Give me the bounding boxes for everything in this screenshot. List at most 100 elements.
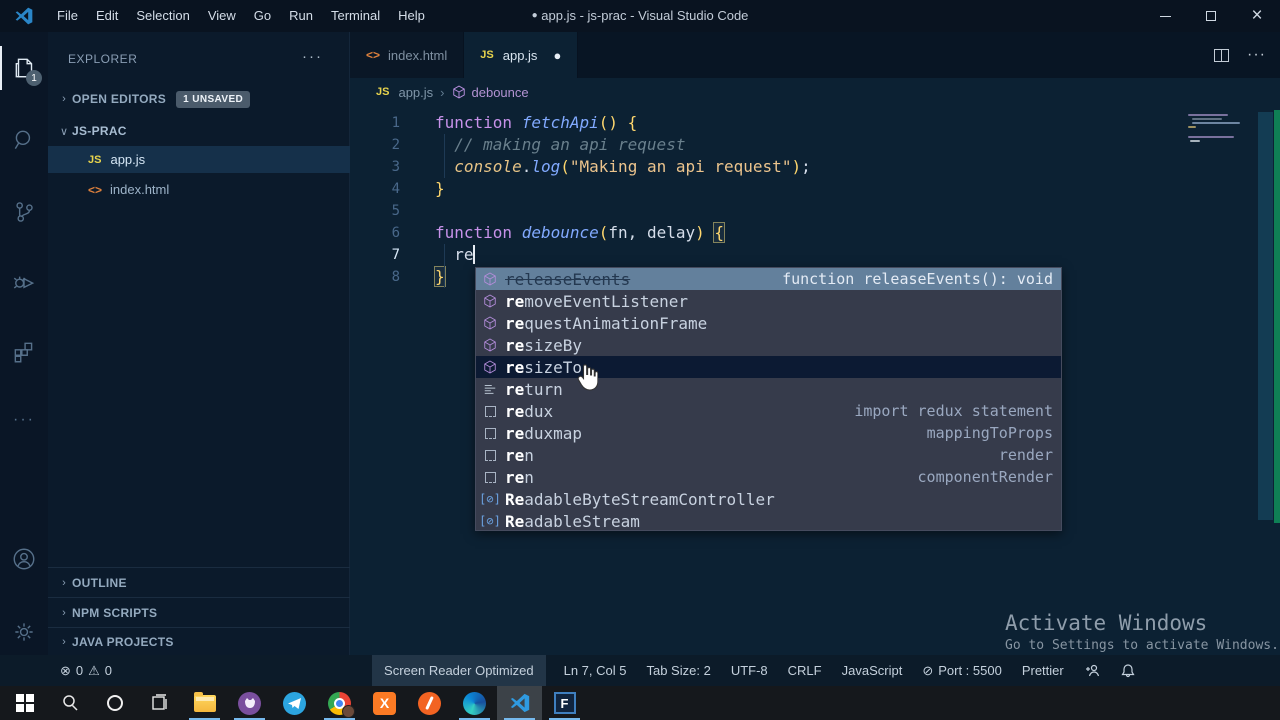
menu-view[interactable]: View: [199, 0, 245, 32]
sidebar-title: EXPLORER: [68, 52, 138, 66]
screen-reader-indicator[interactable]: Screen Reader Optimized: [372, 655, 546, 686]
snippet-icon: [482, 449, 498, 461]
search-icon[interactable]: [0, 118, 48, 162]
f-app-icon[interactable]: F: [542, 686, 587, 720]
editor-tab-bar: <> index.html JS app.js ●: [350, 32, 1280, 78]
suggest-item-ReadableStream[interactable]: [⊘] Re adableStream: [476, 510, 1061, 532]
editor-more-actions-icon[interactable]: ···: [1247, 46, 1266, 64]
restore-icon: [1206, 11, 1216, 21]
close-button[interactable]: ×: [1234, 0, 1280, 32]
notifications-bell-icon[interactable]: [1120, 663, 1136, 679]
menu-edit[interactable]: Edit: [87, 0, 127, 32]
code-line-current: 7 re: [391, 245, 474, 264]
start-button[interactable]: [2, 686, 47, 720]
js-file-icon: JS: [376, 86, 390, 98]
editor-scrollbar[interactable]: [1258, 112, 1273, 520]
tab-appjs[interactable]: JS app.js ●: [464, 32, 579, 78]
suggest-item-removeEventListener[interactable]: re moveEventListener: [476, 290, 1061, 312]
edge-icon[interactable]: [452, 686, 497, 720]
suggest-item-requestAnimationFrame[interactable]: re questAnimationFrame: [476, 312, 1061, 334]
formatter[interactable]: Prettier: [1022, 663, 1064, 678]
menu-file[interactable]: File: [48, 0, 87, 32]
menu-terminal[interactable]: Terminal: [322, 0, 389, 32]
eol-sequence[interactable]: CRLF: [788, 663, 822, 678]
suggest-item-resizeTo[interactable]: re sizeTo: [476, 356, 1061, 378]
open-editors-section[interactable]: › OPEN EDITORS 1 UNSAVED: [48, 86, 350, 112]
menu-help[interactable]: Help: [389, 0, 434, 32]
chevron-right-icon: ›: [62, 635, 66, 648]
snippet-icon: [482, 471, 498, 483]
code-line: 4}: [391, 179, 445, 198]
file-item-indexhtml[interactable]: <> index.html: [48, 176, 350, 203]
explorer-icon[interactable]: 1: [0, 46, 48, 90]
desktop: File Edit Selection View Go Run Terminal…: [0, 0, 1280, 720]
orange-app-icon[interactable]: [407, 686, 452, 720]
split-editor-icon[interactable]: [1214, 48, 1230, 62]
cortana-icon[interactable]: [92, 686, 137, 720]
tab-indexhtml[interactable]: <> index.html: [350, 32, 465, 78]
activate-windows-watermark: Activate Windows Go to Settings to activ…: [1005, 611, 1279, 653]
github-desktop-icon[interactable]: [227, 686, 272, 720]
tab-size[interactable]: Tab Size: 2: [646, 663, 710, 678]
suggest-item-releaseEvents[interactable]: releaseEvents function releaseEvents(): …: [476, 268, 1061, 290]
settings-gear-icon[interactable]: [0, 610, 48, 654]
indent-guide: [444, 244, 445, 288]
suggest-item-ReadableByteStreamController[interactable]: [⊘] Re adableByteStreamController: [476, 488, 1061, 510]
green-edge-strip: [1274, 110, 1280, 523]
chrome-icon[interactable]: [317, 686, 362, 720]
outline-section[interactable]: › OUTLINE: [48, 567, 350, 597]
suggest-item-ren-componentRender[interactable]: re n componentRender: [476, 466, 1061, 488]
accounts-icon[interactable]: [0, 537, 48, 581]
taskbar-search-icon[interactable]: [47, 686, 92, 720]
folder-js-prac[interactable]: ∨ JS-PRAC: [48, 118, 350, 144]
encoding[interactable]: UTF-8: [731, 663, 768, 678]
html-file-icon: <>: [88, 182, 103, 197]
snippet-icon: [482, 427, 498, 439]
cursor-position[interactable]: Ln 7, Col 5: [564, 663, 627, 678]
activity-bar: 1 ···: [0, 32, 48, 655]
method-icon: [482, 316, 498, 330]
code-line: 3 console.log("Making an api request");: [391, 157, 811, 176]
restore-button[interactable]: [1188, 0, 1234, 32]
vscode-logo-icon: [0, 6, 48, 26]
symbol-cube-icon: [452, 85, 466, 99]
breadcrumb[interactable]: JS app.js › debounce: [350, 78, 1280, 106]
menu-go[interactable]: Go: [245, 0, 280, 32]
warning-icon: ⚠: [88, 662, 100, 678]
code-line: 5: [391, 203, 400, 219]
code-line: 6 function debounce(fn, delay) {: [391, 222, 725, 243]
modified-dot-icon[interactable]: ●: [553, 48, 561, 63]
menu-run[interactable]: Run: [280, 0, 322, 32]
java-projects-section[interactable]: › JAVA PROJECTS: [48, 627, 350, 655]
file-item-appjs[interactable]: JS app.js: [48, 146, 350, 173]
file-explorer-icon[interactable]: [182, 686, 227, 720]
suggest-item-reduxmap[interactable]: re duxmap mappingToProps: [476, 422, 1061, 444]
task-view-icon[interactable]: [137, 686, 182, 720]
chevron-down-icon: ∨: [59, 125, 69, 138]
extensions-icon[interactable]: [0, 330, 48, 374]
chevron-right-icon: ›: [62, 606, 66, 619]
source-control-icon[interactable]: [0, 190, 48, 234]
minimize-button[interactable]: [1142, 0, 1188, 32]
vscode-taskbar-icon[interactable]: [497, 686, 542, 720]
xampp-icon[interactable]: X: [362, 686, 407, 720]
run-debug-icon[interactable]: [0, 260, 48, 304]
class-icon: [⊘]: [479, 514, 501, 528]
feedback-icon[interactable]: [1084, 663, 1100, 679]
problems-indicator[interactable]: ⊗ 0 ⚠ 0: [60, 663, 112, 679]
suggest-item-resizeBy[interactable]: re sizeBy: [476, 334, 1061, 356]
chrome-profile-avatar: [342, 704, 355, 718]
sidebar-more-actions-icon[interactable]: ···: [302, 48, 323, 65]
npm-scripts-section[interactable]: › NPM SCRIPTS: [48, 597, 350, 627]
telegram-icon[interactable]: [272, 686, 317, 720]
language-mode[interactable]: JavaScript: [842, 663, 903, 678]
minimize-icon: [1159, 15, 1171, 17]
suggest-item-ren-render[interactable]: re n render: [476, 444, 1061, 466]
indent-guide: [444, 134, 445, 178]
menu-selection[interactable]: Selection: [127, 0, 198, 32]
js-file-icon: JS: [88, 153, 102, 166]
live-server-port[interactable]: ⊘ Port : 5500: [922, 663, 1002, 679]
suggest-item-return[interactable]: re turn: [476, 378, 1061, 400]
suggest-item-redux[interactable]: re dux import redux statement: [476, 400, 1061, 422]
more-views-icon[interactable]: ···: [0, 398, 48, 442]
